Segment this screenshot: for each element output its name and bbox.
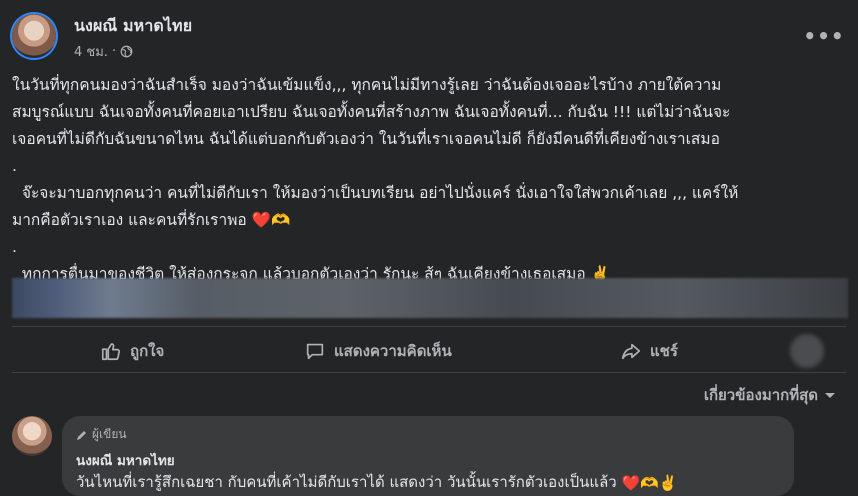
- divider-top: [12, 326, 846, 327]
- post-line-6: มากคือตัวเราเอง และคนที่รักเราพอ: [12, 211, 247, 229]
- action-bar: ถูกใจ แสดงความคิดเห็น แชร์: [0, 333, 858, 369]
- share-icon: [621, 343, 641, 360]
- pencil-icon: [77, 430, 86, 440]
- comment-emoji: ❤️🫶✌️: [621, 473, 678, 492]
- post-body: ในวันที่ทุกคนมองว่าฉันสำเร็จ มองว่าฉันเข…: [12, 72, 848, 288]
- post-line-2: สมบูรณ์แบบ ฉันเจอทั้งคนที่คอยเอาเปรียบ ฉ…: [12, 103, 731, 121]
- comment-author-avatar[interactable]: [12, 416, 52, 456]
- comment-text-body: วันไหนที่เรารู้สึกเฉยชา กับคนที่เค้าไม่ด…: [76, 473, 617, 491]
- post-header: นงผณี มหาดไทย 4 ชม. · •••: [0, 0, 858, 72]
- globe-icon[interactable]: [120, 45, 133, 58]
- like-label: ถูกใจ: [130, 342, 165, 360]
- reaction-avatar[interactable]: [790, 334, 824, 368]
- comment-button[interactable]: แสดงความคิดเห็น: [304, 333, 452, 369]
- author-badge-label: ผู้เขียน: [92, 427, 127, 441]
- share-button[interactable]: แชร์: [620, 333, 678, 369]
- blurred-image-strip[interactable]: [12, 278, 848, 318]
- comment-label: แสดงความคิดเห็น: [334, 342, 452, 360]
- author-badge: ผู้เขียน: [76, 425, 127, 444]
- post-time[interactable]: 4 ชม.: [74, 41, 108, 62]
- comment-bubble: ผู้เขียน นงผณี มหาดไทย วันไหนที่เรารู้สึ…: [62, 416, 794, 496]
- heart-hands-emoji: ❤️🫶: [251, 211, 291, 229]
- comment-text: วันไหนที่เรารู้สึกเฉยชา กับคนที่เค้าไม่ด…: [76, 470, 678, 494]
- post-meta: 4 ชม. ·: [74, 41, 133, 62]
- caret-down-icon: [825, 393, 835, 398]
- post-line-1: ในวันที่ทุกคนมองว่าฉันสำเร็จ มองว่าฉันเข…: [12, 76, 722, 94]
- comment-sort-dropdown[interactable]: เกี่ยวข้องมากที่สุด: [704, 383, 836, 407]
- sort-label: เกี่ยวข้องมากที่สุด: [703, 386, 818, 404]
- author-avatar[interactable]: [12, 14, 56, 58]
- author-name[interactable]: นงผณี มหาดไทย: [74, 14, 192, 39]
- post-line-7: .: [12, 238, 17, 256]
- share-label: แชร์: [650, 342, 678, 360]
- thumbs-up-icon: [101, 343, 121, 361]
- post-line-3: เจอคนที่ไม่ดีกับฉันขนาดไหน ฉันได้แต่บอกก…: [12, 130, 720, 148]
- comment-icon: [306, 343, 324, 360]
- divider-bottom: [12, 372, 846, 373]
- post-line-4: .: [12, 157, 17, 175]
- more-icon[interactable]: •••: [803, 22, 843, 50]
- like-button[interactable]: ถูกใจ: [100, 333, 164, 369]
- post-line-5: จ๊ะจะมาบอกทุกคนว่า คนที่ไม่ดีกับเรา ให้ม…: [12, 184, 739, 202]
- comment-author-name[interactable]: นงผณี มหาดไทย: [76, 449, 175, 471]
